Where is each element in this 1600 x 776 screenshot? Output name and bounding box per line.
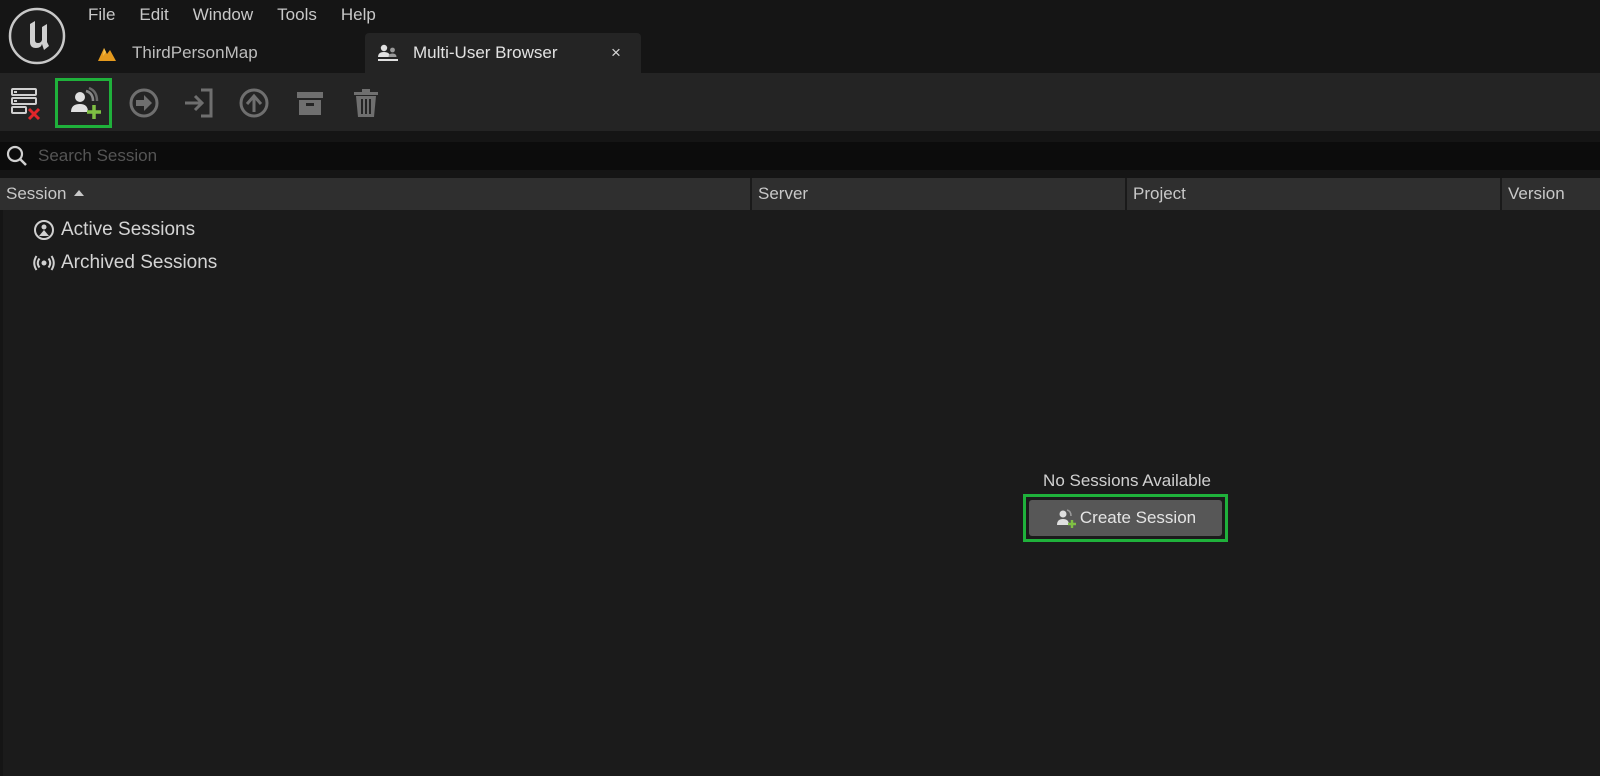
- menu-edit[interactable]: Edit: [127, 2, 180, 28]
- empty-state-message: No Sessions Available: [1043, 471, 1211, 490]
- toolbar: [0, 73, 1600, 133]
- tab-label: Multi-User Browser: [413, 43, 558, 62]
- create-session-button[interactable]: Create Session: [1029, 500, 1222, 536]
- group-row-active-sessions[interactable]: Active Sessions: [33, 216, 195, 244]
- close-tab-icon[interactable]: ×: [607, 43, 625, 63]
- column-header-version[interactable]: Version: [1502, 178, 1600, 210]
- search-bar: [0, 142, 1600, 170]
- column-header-label: Version: [1508, 184, 1565, 203]
- add-user-icon: [1055, 507, 1077, 529]
- column-header-session[interactable]: Session: [0, 178, 752, 210]
- join-session-button[interactable]: [118, 79, 170, 127]
- create-session-highlight: Create Session: [1023, 494, 1228, 542]
- menu-window[interactable]: Window: [181, 2, 265, 28]
- create-session-toolbar-button[interactable]: [55, 78, 112, 128]
- search-input[interactable]: [38, 142, 1578, 170]
- menu-tools[interactable]: Tools: [265, 2, 329, 28]
- archive-button[interactable]: [284, 79, 336, 127]
- login-button[interactable]: [173, 79, 225, 127]
- unreal-logo-icon[interactable]: [8, 7, 66, 65]
- multi-user-icon: [377, 43, 399, 63]
- column-header-label: Project: [1133, 184, 1186, 203]
- session-list: Active Sessions Archived Sessions: [0, 210, 1600, 776]
- upload-icon: [239, 88, 269, 118]
- column-header-label: Server: [758, 184, 809, 203]
- menu-file[interactable]: File: [76, 2, 127, 28]
- trash-icon: [354, 89, 378, 117]
- add-user-icon: [70, 86, 101, 119]
- enter-icon: [185, 88, 213, 118]
- document-tabs: ThirdPersonMap Multi-User Browser ×: [82, 33, 641, 73]
- menu-bar: File Edit Window Tools Help: [76, 2, 388, 28]
- join-icon: [129, 88, 159, 118]
- search-icon: [6, 145, 27, 166]
- group-row-archived-sessions[interactable]: Archived Sessions: [33, 249, 217, 277]
- column-header-server[interactable]: Server: [752, 178, 1127, 210]
- title-bar: File Edit Window Tools Help ThirdPersonM…: [0, 0, 1600, 73]
- delete-button[interactable]: [340, 79, 392, 127]
- server-error-icon: [11, 88, 41, 121]
- tab-label: ThirdPersonMap: [132, 43, 258, 62]
- sort-ascending-icon: [74, 190, 85, 196]
- column-header-project[interactable]: Project: [1127, 178, 1502, 210]
- menu-help[interactable]: Help: [329, 2, 388, 28]
- archived-sessions-icon: [33, 252, 55, 274]
- group-label: Active Sessions: [61, 219, 196, 240]
- upload-button[interactable]: [228, 79, 280, 127]
- tab-third-person-map[interactable]: ThirdPersonMap: [82, 33, 365, 73]
- level-icon: [96, 43, 118, 63]
- column-header-label: Session: [6, 184, 67, 203]
- server-settings-button[interactable]: [0, 79, 52, 127]
- create-session-label: Create Session: [1079, 508, 1197, 527]
- archive-icon: [297, 92, 323, 115]
- active-sessions-icon: [33, 219, 55, 241]
- group-label: Archived Sessions: [61, 252, 218, 273]
- tab-multi-user-browser[interactable]: Multi-User Browser ×: [365, 33, 641, 73]
- table-header: Session Server Project Version: [0, 178, 1600, 210]
